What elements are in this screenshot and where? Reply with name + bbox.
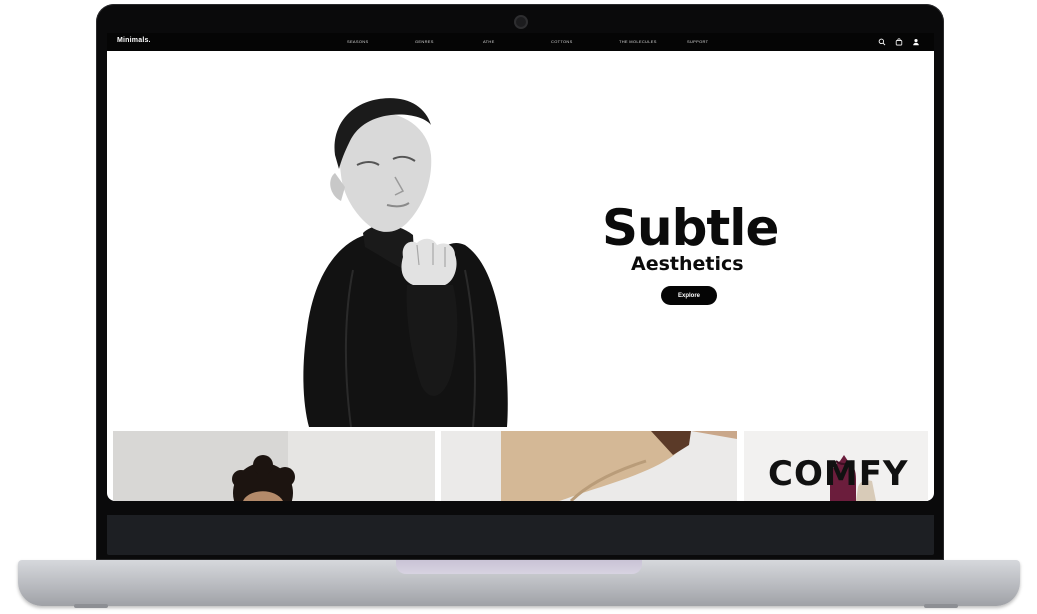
bag-icon[interactable] xyxy=(895,38,903,46)
tile-1-image xyxy=(113,431,435,501)
explore-button[interactable]: Explore xyxy=(661,286,717,305)
header-icons xyxy=(878,38,920,46)
nav-item-the-molecules[interactable]: THE MOLECULES xyxy=(619,39,687,44)
laptop-notch xyxy=(396,560,642,574)
tile-2-image xyxy=(441,431,737,501)
nav-item-cottons[interactable]: COTTONS xyxy=(551,39,619,44)
category-tile-1[interactable] xyxy=(113,431,435,501)
laptop-foot-left xyxy=(74,604,108,608)
hero-headline: Subtle xyxy=(602,199,779,257)
comfy-label: COMFY xyxy=(768,454,909,494)
brand-logo[interactable]: Minimals. xyxy=(117,37,151,44)
nav-item-support[interactable]: SUPPORT xyxy=(687,39,755,44)
nav-item-athe[interactable]: ATHE xyxy=(483,39,551,44)
hero-model-image xyxy=(295,95,525,427)
category-tile-2[interactable] xyxy=(441,431,737,501)
laptop-foot-right xyxy=(924,604,958,608)
nav-item-seasons[interactable]: SEASONS xyxy=(347,39,415,44)
hero-subheadline: Aesthetics xyxy=(631,253,744,275)
browser-screen: Minimals. SEASONS GENRES ATHE COTTONS TH… xyxy=(107,33,934,501)
user-icon[interactable] xyxy=(912,38,920,46)
webcam xyxy=(514,15,528,29)
nav-item-genres[interactable]: GENRES xyxy=(415,39,483,44)
search-icon[interactable] xyxy=(878,38,886,46)
category-tile-3[interactable]: COMFY xyxy=(744,431,928,501)
laptop-bezel-bottom xyxy=(107,515,934,555)
main-nav: SEASONS GENRES ATHE COTTONS THE MOLECULE… xyxy=(347,39,755,44)
top-navigation: Minimals. SEASONS GENRES ATHE COTTONS TH… xyxy=(107,33,934,51)
